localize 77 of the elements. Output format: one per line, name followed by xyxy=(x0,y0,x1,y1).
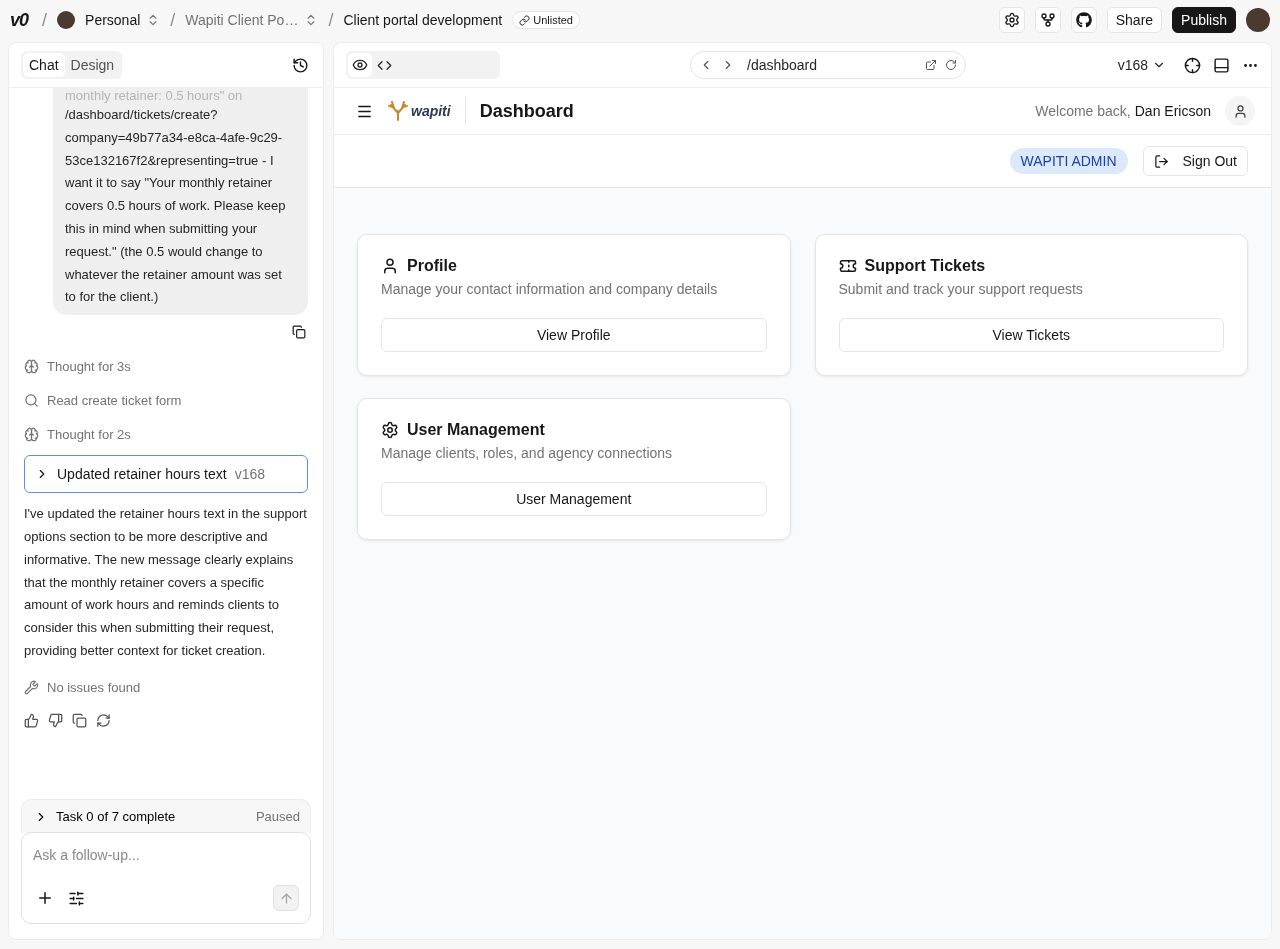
crosshair-icon[interactable] xyxy=(1184,56,1201,74)
brain-icon xyxy=(24,426,39,442)
role-badge: WAPITI ADMIN xyxy=(1009,148,1128,174)
page-title: Dashboard xyxy=(479,100,574,122)
ticket-icon xyxy=(838,257,857,275)
check-status: No issues found xyxy=(47,680,141,696)
message-input[interactable]: Ask a follow-up... xyxy=(22,833,310,863)
user-button[interactable] xyxy=(1225,96,1255,126)
copy-icon[interactable] xyxy=(72,712,87,728)
tab[interactable]: Design xyxy=(64,53,121,77)
card-title: User Management xyxy=(407,421,545,439)
step-label: Thought for 2s xyxy=(47,426,131,442)
preview-toggle[interactable] xyxy=(348,53,372,77)
copy-icon[interactable] xyxy=(292,325,306,340)
github-button[interactable] xyxy=(1070,7,1097,33)
settings-button[interactable] xyxy=(998,7,1025,33)
gear-icon xyxy=(381,421,399,439)
sign-out-button[interactable]: Sign Out xyxy=(1142,146,1248,176)
share-button[interactable]: Share xyxy=(1106,7,1163,33)
chat-input[interactable]: Ask a follow-up... xyxy=(21,832,311,924)
card-title: Profile xyxy=(407,257,457,275)
card-description: Manage clients, roles, and agency connections xyxy=(381,445,674,461)
card-button[interactable]: View Profile xyxy=(381,318,767,352)
step-label: Read create ticket form xyxy=(47,392,182,408)
user-name: Dan Ericson xyxy=(1134,103,1211,119)
breadcrumb-dropdown[interactable]: Wapiti Client Po… xyxy=(185,12,319,28)
fork-icon xyxy=(1039,12,1056,28)
version-dropdown[interactable]: v168 xyxy=(1117,57,1166,73)
version-number: v168 xyxy=(234,466,265,483)
avatar xyxy=(57,11,76,29)
user-icon xyxy=(381,257,399,275)
plus-icon[interactable] xyxy=(36,889,54,907)
breadcrumb-separator: / xyxy=(328,9,334,31)
settings-icon xyxy=(1003,12,1020,28)
breadcrumb-dropdown[interactable]: Personal xyxy=(85,12,161,28)
search-icon xyxy=(24,392,39,408)
sign-out-icon xyxy=(1153,153,1169,169)
version-card[interactable]: Updated retainer hours text v168 xyxy=(24,455,308,494)
refresh-icon[interactable] xyxy=(96,712,111,728)
card-description: Manage your contact information and company details xyxy=(381,281,719,297)
panel-icon[interactable] xyxy=(1213,56,1230,74)
message-text: /dashboard/tickets/create? company=49b77a34-e8ca-4afe-9c29-53ce132167f2&representing=true - I want it to say "Your monthly retainer covers 0.5 hours of work. Please keep this in mind when submitting your request." (the 0.5 would change to whatever the retainer amount was set to for the client.) xyxy=(65,106,287,307)
thumbs-down-icon[interactable] xyxy=(48,712,63,728)
task-summary: Task 0 of 7 complete xyxy=(56,809,176,824)
brain-icon xyxy=(24,358,39,374)
user-icon xyxy=(1232,103,1248,119)
reload-icon[interactable] xyxy=(945,59,957,71)
fork-button[interactable] xyxy=(1034,7,1061,33)
reply-text: I've updated the retainer hours text in the support options section to be more descriptive and informative. The new message clearly explains that the monthly retainer covers a specific amount of work hours and reminds clients to consider this when submitting their request, providing better context for ticket creation. xyxy=(24,505,308,660)
sliders-icon[interactable] xyxy=(68,889,85,907)
publish-button[interactable]: Publish xyxy=(1172,7,1236,33)
history-icon[interactable] xyxy=(292,56,309,74)
card-description: Submit and track your support requests xyxy=(838,281,1084,297)
card-button[interactable]: User Management xyxy=(381,482,767,516)
task-status: Paused xyxy=(255,809,300,824)
step-label: Thought for 3s xyxy=(47,358,131,374)
message-text: monthly retainer: 0.5 hours" on xyxy=(65,88,244,104)
eye-icon xyxy=(352,57,368,73)
wrench-icon xyxy=(24,680,39,696)
cat-logo-icon xyxy=(1075,12,1092,28)
tab[interactable]: Chat xyxy=(23,53,65,77)
external-link-icon[interactable] xyxy=(925,59,937,71)
breadcrumb-separator: / xyxy=(170,9,176,31)
breadcrumb-separator: / xyxy=(42,9,48,31)
version-label: Updated retainer hours text xyxy=(57,466,227,483)
thumbs-up-icon[interactable] xyxy=(24,712,39,728)
antler-icon xyxy=(387,101,409,121)
card-title: Support Tickets xyxy=(864,257,986,275)
url-text: /dashboard xyxy=(747,57,819,73)
avatar[interactable] xyxy=(1246,8,1270,32)
visibility-badge[interactable]: Unlisted xyxy=(512,11,580,29)
card-button[interactable]: View Tickets xyxy=(838,318,1224,352)
task-bar[interactable]: Task 0 of 7 complete Paused xyxy=(21,799,311,833)
welcome-text: Welcome back, xyxy=(1035,103,1131,119)
brand-name: wapiti xyxy=(411,103,451,119)
chat-title: Client portal development xyxy=(343,12,503,28)
logo[interactable]: v0 xyxy=(10,9,29,31)
